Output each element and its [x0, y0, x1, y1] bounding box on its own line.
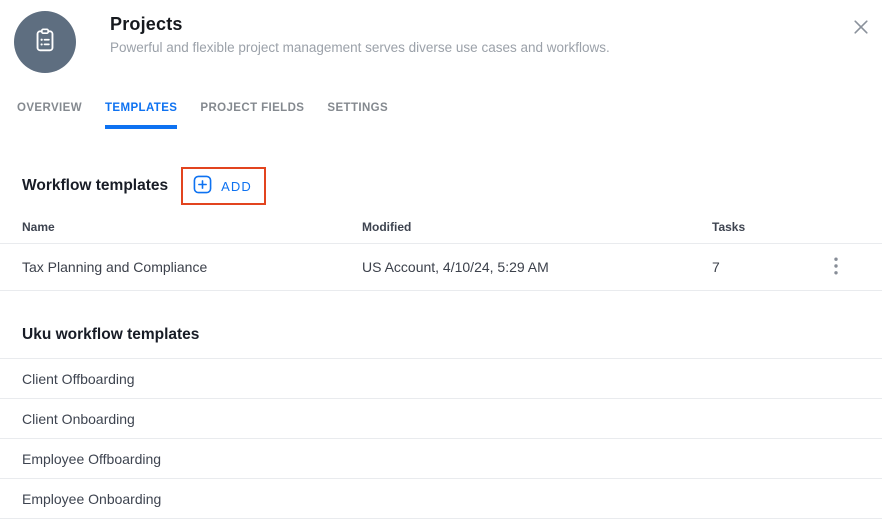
list-item-employee-onboarding[interactable]: Employee Onboarding	[0, 479, 882, 519]
tab-bar: OVERVIEW TEMPLATES PROJECT FIELDS SETTIN…	[17, 102, 388, 129]
column-header-modified: Modified	[362, 220, 712, 234]
list-item-employee-offboarding[interactable]: Employee Offboarding	[0, 439, 882, 479]
list-item-client-offboarding[interactable]: Client Offboarding	[0, 359, 882, 399]
column-header-tasks: Tasks	[712, 220, 824, 234]
row-menu-button[interactable]	[824, 255, 848, 279]
tab-settings[interactable]: SETTINGS	[327, 102, 388, 129]
close-icon	[852, 18, 870, 39]
uku-templates-list: Client Offboarding Client Onboarding Emp…	[0, 358, 882, 519]
annotation-highlight-box: ADD	[181, 167, 266, 205]
close-button[interactable]	[848, 15, 874, 41]
page-subtitle: Powerful and flexible project management…	[110, 40, 610, 55]
workflow-templates-header: Workflow templates ADD	[22, 166, 266, 206]
projects-settings-page: Projects Powerful and flexible project m…	[0, 0, 882, 532]
workflow-templates-heading: Workflow templates	[22, 177, 168, 195]
uku-templates-heading: Uku workflow templates	[22, 326, 199, 344]
template-name-cell: Tax Planning and Compliance	[22, 259, 362, 275]
template-modified-cell: US Account, 4/10/24, 5:29 AM	[362, 259, 712, 275]
workflow-templates-table: Name Modified Tasks Tax Planning and Com…	[0, 210, 882, 291]
kebab-menu-icon	[834, 257, 838, 278]
template-tasks-cell: 7	[712, 259, 824, 275]
page-title: Projects	[110, 14, 183, 35]
tab-project-fields[interactable]: PROJECT FIELDS	[200, 102, 304, 129]
avatar	[14, 11, 76, 73]
plus-square-icon	[193, 175, 212, 197]
tab-templates[interactable]: TEMPLATES	[105, 102, 177, 129]
table-header-row: Name Modified Tasks	[0, 210, 882, 244]
table-row[interactable]: Tax Planning and Compliance US Account, …	[0, 244, 882, 291]
column-header-name: Name	[22, 220, 362, 234]
add-template-button[interactable]: ADD	[193, 175, 252, 197]
list-item-client-onboarding[interactable]: Client Onboarding	[0, 399, 882, 439]
add-button-label: ADD	[221, 179, 252, 194]
clipboard-icon	[31, 26, 59, 59]
tab-overview[interactable]: OVERVIEW	[17, 102, 82, 129]
